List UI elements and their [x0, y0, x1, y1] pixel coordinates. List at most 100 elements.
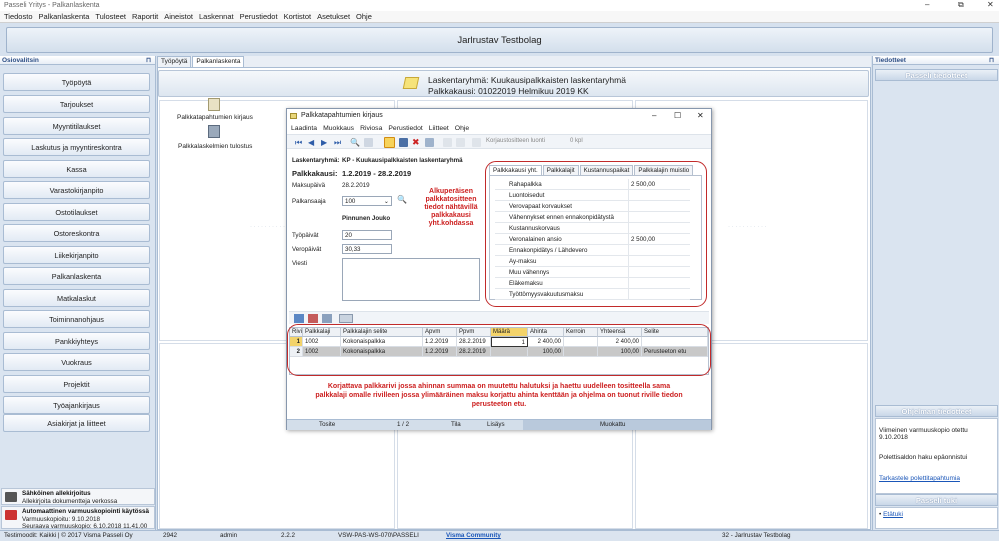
backup-notice[interactable]: Automaattinen varmuuskopiointi käytössä … [1, 506, 155, 530]
app-news-header: Ohjelman tiedotteet [875, 405, 998, 417]
search-icon[interactable]: 🔍 [350, 138, 360, 147]
menu-tiedosto[interactable]: Tiedosto [4, 11, 33, 22]
nav-tyoajankirjaus[interactable]: Työajankirjaus [3, 396, 150, 414]
calc-group-title: Laskentaryhmä: Kuukausipalkkaisten laske… [428, 75, 626, 85]
restore-icon[interactable]: ⧉ [958, 0, 964, 10]
status-bar: Testimoodit: Kaikki | © 2017 Visma Passe… [0, 530, 999, 541]
status-mode: Lisäys [487, 421, 505, 428]
app-window: Passeli Yritys - Palkanlaskenta – ⧉ ✕ Ti… [0, 0, 999, 541]
nav-asiakirjat[interactable]: Asiakirjat ja liitteet [3, 414, 150, 432]
dmenu-liitteet[interactable]: Liitteet [429, 123, 449, 134]
menu-raportit[interactable]: Raportit [132, 11, 158, 22]
nav-ostoreskontra[interactable]: Ostoreskontra [3, 224, 150, 242]
dialog-maximize-icon[interactable]: ☐ [674, 109, 681, 123]
employee-search-icon[interactable]: 🔍 [397, 195, 407, 204]
nav-myyntitilaukset[interactable]: Myyntitilaukset [3, 117, 150, 135]
community-link[interactable]: Visma Community [446, 531, 501, 541]
status-tila: Tila [451, 421, 461, 428]
note-corrected-row: Korjattava palkkarivi jossa ahinnan summ… [315, 383, 683, 408]
pin-icon[interactable]: ⊓ [989, 56, 994, 65]
attachment-count[interactable]: 0 kpl [570, 138, 583, 144]
nav-projektit[interactable]: Projektit [3, 375, 150, 393]
bullet-icon: • [879, 511, 882, 518]
menu-palkanlaskenta[interactable]: Palkanlaskenta [39, 11, 90, 22]
nav-liikekirjanpito[interactable]: Liikekirjanpito [3, 246, 150, 264]
chevron-down-icon[interactable]: ⌄ [384, 197, 389, 206]
status-user: admin [220, 532, 238, 539]
employee-name: Pinnunen Jouko [342, 215, 391, 222]
note-original-voucher: Alkuperäisen palkkatositteen tiedot näht… [424, 188, 478, 227]
menu-perustiedot[interactable]: Perustiedot [240, 11, 278, 22]
signature-notice[interactable]: Sähköinen allekirjoitus Allekirjoita dok… [1, 488, 155, 505]
nav-kassa[interactable]: Kassa [3, 160, 150, 178]
dmenu-ohje[interactable]: Ohje [455, 123, 469, 134]
remote-support-link[interactable]: Etätuki [883, 511, 903, 518]
copy-row-icon[interactable] [322, 314, 332, 323]
message-textarea[interactable] [342, 258, 480, 301]
dialog-menu: Laadinta Muokkaus Riviosa Perustiedot Li… [287, 123, 711, 134]
dialog-titlebar: Palkkatapahtumien kirjaus – ☐ ✕ [287, 109, 711, 123]
nav-laskutus[interactable]: Laskutus ja myyntireskontra [3, 138, 150, 156]
right-panel-header: Tiedotteet ⊓ [873, 56, 999, 65]
pin-icon[interactable]: ⊓ [146, 56, 151, 65]
payroll-entry-icon[interactable] [208, 98, 220, 111]
work-days-input[interactable]: 20 [342, 230, 392, 240]
undo-icon[interactable] [425, 138, 434, 147]
tab-palkanlaskenta[interactable]: Palkanlaskenta [192, 56, 245, 67]
tax-days-input[interactable]: 30,33 [342, 244, 392, 254]
support-body: • Etätuki [875, 507, 998, 529]
status-modified: Muokattu [600, 421, 626, 428]
dmenu-laadinta[interactable]: Laadinta [291, 123, 317, 134]
right-panel: Tiedotteet ⊓ Passeli tiedotteet Ohjelman … [872, 56, 999, 530]
trash-icon[interactable] [472, 138, 481, 147]
dialog-status-bar: Tosite 1 / 2 Tila Lisäys Muokattu [287, 419, 711, 430]
nav-ostotilaukset[interactable]: Ostotilaukset [3, 203, 150, 221]
nav-tarjoukset[interactable]: Tarjoukset [3, 95, 150, 113]
dmenu-riviosa[interactable]: Riviosa [360, 123, 382, 134]
payroll-print-link[interactable]: Palkkalaskelmien tulostus [178, 143, 252, 150]
new-icon[interactable] [364, 138, 373, 147]
save-icon[interactable] [399, 138, 408, 147]
nav-tyopoyta[interactable]: Työpöytä [3, 73, 150, 91]
last-record-icon[interactable]: ⏭ [334, 138, 343, 147]
minimize-icon[interactable]: – [925, 0, 929, 9]
backup-message: Viimeinen varmuuskopio otettu 9.10.2018 [879, 427, 968, 441]
remove-row-icon[interactable] [308, 314, 318, 323]
employee-select[interactable]: 100 ⌄ [342, 196, 392, 206]
nav-palkanlaskenta[interactable]: Palkanlaskenta [3, 267, 150, 285]
menu-kortistot[interactable]: Kortistot [284, 11, 312, 22]
status-mode: Testimoodit: Kaikki | © 2017 Visma Passe… [4, 532, 133, 539]
next-record-icon[interactable]: ▶ [321, 138, 330, 147]
menu-ohje[interactable]: Ohje [356, 11, 372, 22]
dmenu-perustiedot[interactable]: Perustiedot [388, 123, 422, 134]
nav-pankkiyhteys[interactable]: Pankkiyhteys [3, 332, 150, 350]
nav-toiminnanohjaus[interactable]: Toiminnanohjaus [3, 310, 150, 328]
menu-aineistot[interactable]: Aineistot [164, 11, 193, 22]
add-row-icon[interactable] [294, 314, 304, 323]
nav-matkalaskut[interactable]: Matkalaskut [3, 289, 150, 307]
paste-icon[interactable] [456, 138, 465, 147]
dialog-minimize-icon[interactable]: – [652, 109, 656, 123]
menu-asetukset[interactable]: Asetukset [317, 11, 350, 22]
menu-laskennat[interactable]: Laskennat [199, 11, 234, 22]
payroll-entry-link[interactable]: Palkkatapahtumien kirjaus [177, 114, 253, 121]
nav-vuokraus[interactable]: Vuokraus [3, 353, 150, 371]
backup-icon [5, 510, 17, 520]
prev-record-icon[interactable]: ◀ [308, 138, 317, 147]
menu-tulosteet[interactable]: Tulosteet [95, 11, 126, 22]
copy-icon[interactable] [443, 138, 452, 147]
dialog-close-icon[interactable]: ✕ [697, 109, 704, 123]
dmenu-muokkaus[interactable]: Muokkaus [323, 123, 354, 134]
menu-bar: Tiedosto Palkanlaskenta Tulosteet Raport… [0, 11, 999, 23]
delete-icon[interactable]: ✖ [412, 138, 421, 147]
correction-voucher-button[interactable]: Korjaustositteen luonti [486, 138, 545, 144]
edit-icon[interactable] [384, 137, 395, 148]
printer-icon[interactable] [208, 125, 220, 138]
token-link[interactable]: Tarkastele polettitapahtumia [879, 475, 994, 482]
first-record-icon[interactable]: ⏮ [295, 138, 304, 147]
close-icon[interactable]: ✕ [987, 0, 994, 9]
status-record: 1 / 2 [397, 421, 410, 428]
columns-menu-icon[interactable] [339, 314, 353, 323]
nav-varastokirjanpito[interactable]: Varastokirjanpito [3, 181, 150, 199]
tab-tyopoyta[interactable]: Työpöytä [157, 56, 192, 67]
